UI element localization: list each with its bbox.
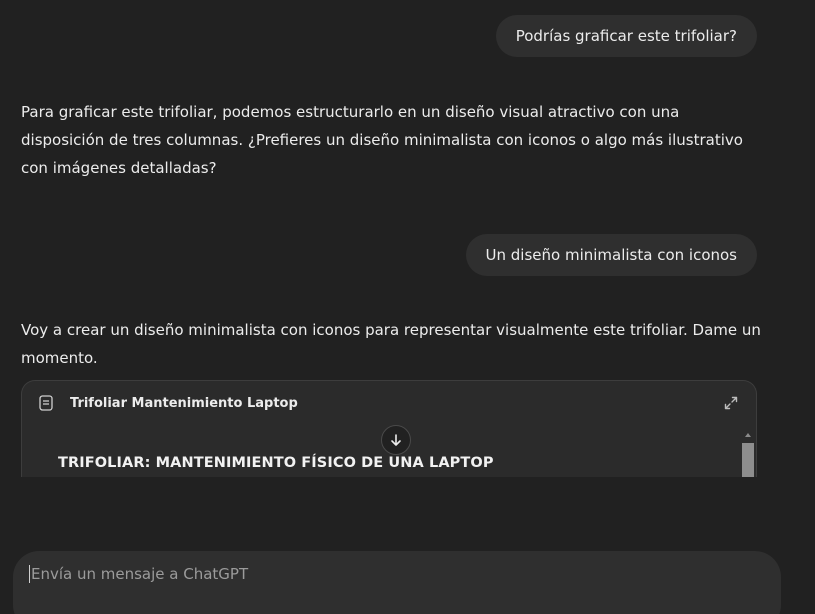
canvas-card-header[interactable]: Trifoliar Mantenimiento Laptop bbox=[22, 381, 756, 425]
scroll-down-button[interactable] bbox=[381, 425, 411, 455]
message-composer[interactable] bbox=[13, 551, 781, 614]
document-heading: TRIFOLIAR: MANTENIMIENTO FÍSICO DE UNA L… bbox=[58, 455, 494, 471]
scrollbar-thumb[interactable] bbox=[742, 443, 754, 477]
user-message: Un diseño minimalista con iconos bbox=[465, 234, 757, 276]
expand-icon[interactable] bbox=[723, 395, 739, 411]
canvas-document-card[interactable]: Trifoliar Mantenimiento Laptop TRIFOLIAR… bbox=[21, 380, 757, 477]
scroll-up-arrow[interactable] bbox=[745, 433, 751, 437]
chat-page: Podrías graficar este trifoliar? Para gr… bbox=[0, 0, 815, 614]
assistant-message: Para graficar este trifoliar, podemos es… bbox=[21, 103, 743, 177]
arrow-down-icon bbox=[391, 434, 401, 446]
canvas-scrollbar[interactable] bbox=[742, 433, 754, 477]
message-input[interactable] bbox=[29, 565, 731, 583]
canvas-title: Trifoliar Mantenimiento Laptop bbox=[70, 396, 298, 411]
assistant-message: Voy a crear un diseño minimalista con ic… bbox=[21, 321, 761, 367]
user-message: Podrías graficar este trifoliar? bbox=[495, 15, 757, 57]
document-icon bbox=[39, 395, 53, 411]
